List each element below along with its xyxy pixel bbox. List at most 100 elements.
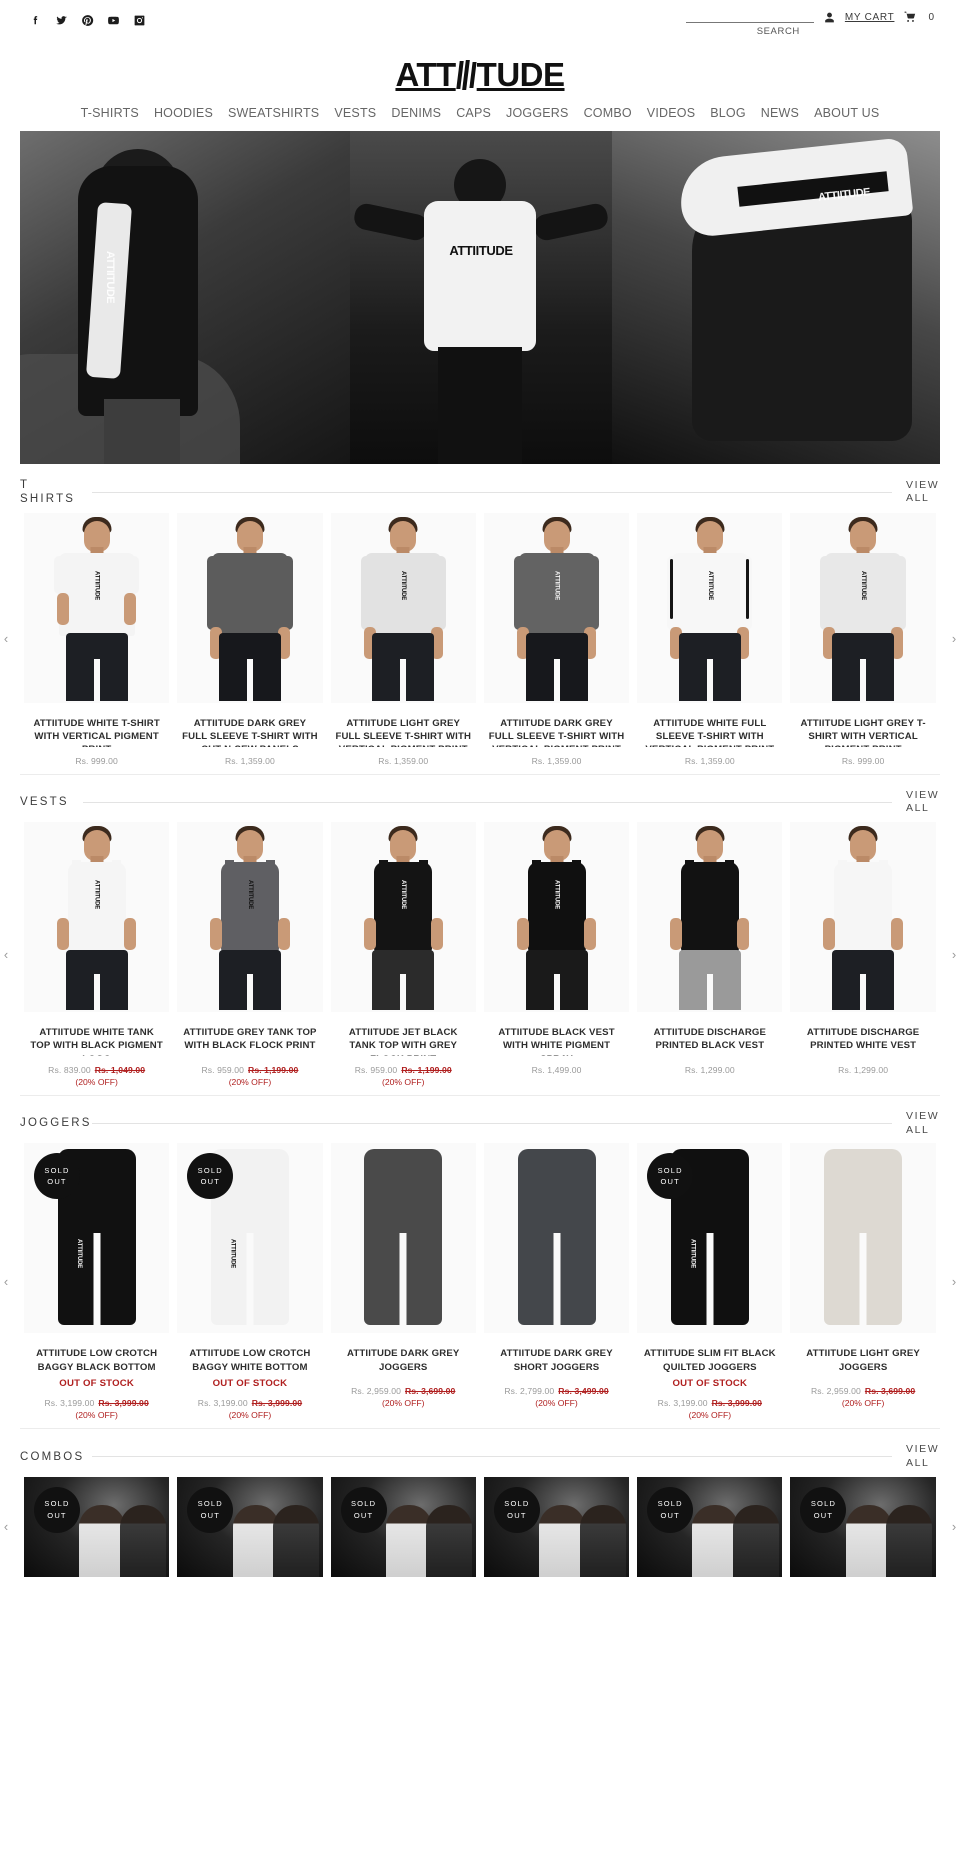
product-title[interactable]: ATTIITUDE DISCHARGE PRINTED WHITE VEST xyxy=(790,1026,935,1056)
product-image[interactable]: ATTIITUDE xyxy=(330,822,476,1013)
nav-item-combo[interactable]: COMBO xyxy=(584,106,632,120)
product-title[interactable]: ATTIITUDE WHITE T-SHIRT WITH VERTICAL PI… xyxy=(24,717,169,747)
instagram-icon[interactable] xyxy=(132,13,147,28)
product-card[interactable]: SOLD OUT xyxy=(20,1476,173,1577)
site-logo[interactable]: ATT TUDE xyxy=(395,56,565,94)
product-title[interactable]: ATTIITUDE GREY TANK TOP WITH BLACK FLOCK… xyxy=(177,1026,322,1056)
product-card[interactable]: ATTIITUDE ATTIITUDE WHITE TANK TOP WITH B… xyxy=(20,822,173,1087)
view-all-link[interactable]: VIEW ALL xyxy=(906,479,940,506)
product-card[interactable]: ATTIITUDE ATTIITUDE BLACK VEST WITH WHITE… xyxy=(480,822,633,1087)
product-title[interactable]: ATTIITUDE LOW CROTCH BAGGY WHITE BOTTOM xyxy=(177,1347,322,1377)
product-card[interactable]: SOLD OUT xyxy=(633,1476,786,1577)
nav-item-videos[interactable]: VIDEOS xyxy=(647,106,695,120)
product-image[interactable]: ATTIITUDE xyxy=(637,512,783,703)
product-title[interactable]: ATTIITUDE LIGHT GREY FULL SLEEVE T-SHIRT… xyxy=(331,717,476,747)
product-title[interactable]: ATTIITUDE LOW CROTCH BAGGY BLACK BOTTOM xyxy=(24,1347,169,1377)
nav-item-blog[interactable]: BLOG xyxy=(710,106,746,120)
hero-banner[interactable]: ATTIITUDE ATTIITUDE ATTIITUDE xyxy=(20,131,940,464)
product-title[interactable]: ATTIITUDE DARK GREY FULL SLEEVE T-SHIRT … xyxy=(177,717,322,747)
carousel-next-arrow[interactable]: › xyxy=(946,1274,960,1290)
facebook-icon[interactable] xyxy=(28,13,43,28)
product-image[interactable]: SOLD OUT xyxy=(790,1476,936,1577)
product-image[interactable]: SOLD OUT xyxy=(483,1476,630,1577)
view-all-link[interactable]: VIEW ALL xyxy=(906,789,940,816)
carousel-next-arrow[interactable]: › xyxy=(946,1519,960,1535)
product-image[interactable] xyxy=(483,1143,630,1334)
product-card[interactable]: ATTIITUDE ATTIITUDE JET BLACK TANK TOP WI… xyxy=(327,822,480,1087)
view-all-link[interactable]: VIEW ALL xyxy=(906,1443,940,1470)
cart-icon[interactable] xyxy=(903,10,917,23)
product-card[interactable]: ATTIITUDE LIGHT GREY JOGGERS Rs. 2,959.00… xyxy=(786,1143,939,1420)
nav-item-caps[interactable]: CAPS xyxy=(456,106,491,120)
product-image[interactable]: SOLD OUT xyxy=(637,1476,783,1577)
product-card[interactable]: SOLD OUT xyxy=(327,1476,480,1577)
carousel-next-arrow[interactable]: › xyxy=(946,947,960,963)
search-input[interactable] xyxy=(685,8,814,23)
nav-item-t-shirts[interactable]: T-SHIRTS xyxy=(81,106,139,120)
product-image[interactable]: ATTIITUDE SOLD OUT xyxy=(637,1143,783,1334)
account-icon[interactable] xyxy=(823,11,836,24)
product-card[interactable]: ATTIITUDE SOLD OUT ATTIITUDE LOW CROTCH BAG… xyxy=(20,1143,173,1420)
pinterest-icon[interactable] xyxy=(80,13,95,28)
product-image[interactable] xyxy=(790,1143,936,1334)
product-image[interactable] xyxy=(330,1143,476,1334)
product-card[interactable]: ATTIITUDE ATTIITUDE WHITE FULL SLEEVE T-S… xyxy=(633,512,786,766)
product-card[interactable]: ATTIITUDE SOLD OUT ATTIITUDE LOW CROTCH BAG… xyxy=(173,1143,326,1420)
product-card[interactable]: ATTIITUDE DARK GREY FULL SLEEVE T-SHIRT … xyxy=(173,512,326,766)
carousel-next-arrow[interactable]: › xyxy=(946,631,960,647)
product-image[interactable] xyxy=(790,822,936,1013)
product-title[interactable]: ATTIITUDE DARK GREY JOGGERS xyxy=(331,1347,476,1377)
product-image[interactable]: ATTIITUDE SOLD OUT xyxy=(177,1143,323,1334)
product-title[interactable]: ATTIITUDE DARK GREY FULL SLEEVE T-SHIRT … xyxy=(484,717,629,747)
nav-item-news[interactable]: NEWS xyxy=(761,106,799,120)
product-image[interactable]: SOLD OUT xyxy=(177,1476,323,1577)
product-card[interactable]: ATTIITUDE ATTIITUDE LIGHT GREY FULL SLEEV… xyxy=(327,512,480,766)
product-title[interactable]: ATTIITUDE WHITE TANK TOP WITH BLACK PIGM… xyxy=(24,1026,169,1056)
product-card[interactable]: SOLD OUT xyxy=(786,1476,939,1577)
product-image[interactable]: ATTIITUDE xyxy=(483,822,630,1013)
product-title[interactable]: ATTIITUDE JET BLACK TANK TOP WITH GREY F… xyxy=(331,1026,476,1056)
nav-item-denims[interactable]: DENIMS xyxy=(391,106,441,120)
product-image[interactable]: ATTIITUDE xyxy=(483,512,630,703)
product-image[interactable]: ATTIITUDE xyxy=(24,512,170,703)
product-card[interactable]: ATTIITUDE ATTIITUDE DARK GREY FULL SLEEVE… xyxy=(480,512,633,766)
carousel-prev-arrow[interactable]: ‹ xyxy=(0,631,14,647)
product-card[interactable]: ATTIITUDE ATTIITUDE GREY TANK TOP WITH BL… xyxy=(173,822,326,1087)
nav-item-about-us[interactable]: ABOUT US xyxy=(814,106,879,120)
product-image[interactable] xyxy=(177,512,323,703)
product-title[interactable]: ATTIITUDE SLIM FIT BLACK QUILTED JOGGERS xyxy=(637,1347,782,1377)
carousel-prev-arrow[interactable]: ‹ xyxy=(0,1519,14,1535)
product-card[interactable]: SOLD OUT xyxy=(480,1476,633,1577)
product-card[interactable]: ATTIITUDE DISCHARGE PRINTED WHITE VEST Rs… xyxy=(786,822,939,1087)
my-cart-link[interactable]: MY CART xyxy=(845,12,895,23)
twitter-icon[interactable] xyxy=(54,13,69,28)
product-title[interactable]: ATTIITUDE DARK GREY SHORT JOGGERS xyxy=(484,1347,629,1377)
product-card[interactable]: ATTIITUDE ATTIITUDE WHITE T-SHIRT WITH VE… xyxy=(20,512,173,766)
nav-item-joggers[interactable]: JOGGERS xyxy=(506,106,569,120)
product-image[interactable]: SOLD OUT xyxy=(24,1476,170,1577)
product-card[interactable]: ATTIITUDE DARK GREY JOGGERS Rs. 2,959.00 R… xyxy=(327,1143,480,1420)
product-title[interactable]: ATTIITUDE BLACK VEST WITH WHITE PIGMENT … xyxy=(484,1026,629,1056)
product-image[interactable]: ATTIITUDE xyxy=(790,512,936,703)
nav-item-vests[interactable]: VESTS xyxy=(334,106,376,120)
product-title[interactable]: ATTIITUDE DISCHARGE PRINTED BLACK VEST xyxy=(637,1026,782,1056)
product-card[interactable]: ATTIITUDE SOLD OUT ATTIITUDE SLIM FIT BLACK… xyxy=(633,1143,786,1420)
product-card[interactable]: ATTIITUDE ATTIITUDE LIGHT GREY T-SHIRT WI… xyxy=(786,512,939,766)
product-image[interactable]: ATTIITUDE xyxy=(177,822,323,1013)
product-image[interactable]: ATTIITUDE xyxy=(330,512,476,703)
product-image[interactable]: ATTIITUDE xyxy=(24,822,170,1013)
product-image[interactable]: SOLD OUT xyxy=(330,1476,476,1577)
nav-item-hoodies[interactable]: HOODIES xyxy=(154,106,213,120)
product-image[interactable] xyxy=(637,822,783,1013)
view-all-link[interactable]: VIEW ALL xyxy=(906,1110,940,1137)
product-card[interactable]: ATTIITUDE DISCHARGE PRINTED BLACK VEST Rs… xyxy=(633,822,786,1087)
product-card[interactable]: SOLD OUT xyxy=(173,1476,326,1577)
nav-item-sweatshirts[interactable]: SWEATSHIRTS xyxy=(228,106,319,120)
product-title[interactable]: ATTIITUDE LIGHT GREY T-SHIRT WITH VERTIC… xyxy=(790,717,935,747)
carousel-prev-arrow[interactable]: ‹ xyxy=(0,1274,14,1290)
product-card[interactable]: ATTIITUDE DARK GREY SHORT JOGGERS Rs. 2,7… xyxy=(480,1143,633,1420)
youtube-icon[interactable] xyxy=(106,13,121,28)
product-image[interactable]: ATTIITUDE SOLD OUT xyxy=(24,1143,170,1334)
product-title[interactable]: ATTIITUDE WHITE FULL SLEEVE T-SHIRT WITH… xyxy=(637,717,782,747)
carousel-prev-arrow[interactable]: ‹ xyxy=(0,947,14,963)
